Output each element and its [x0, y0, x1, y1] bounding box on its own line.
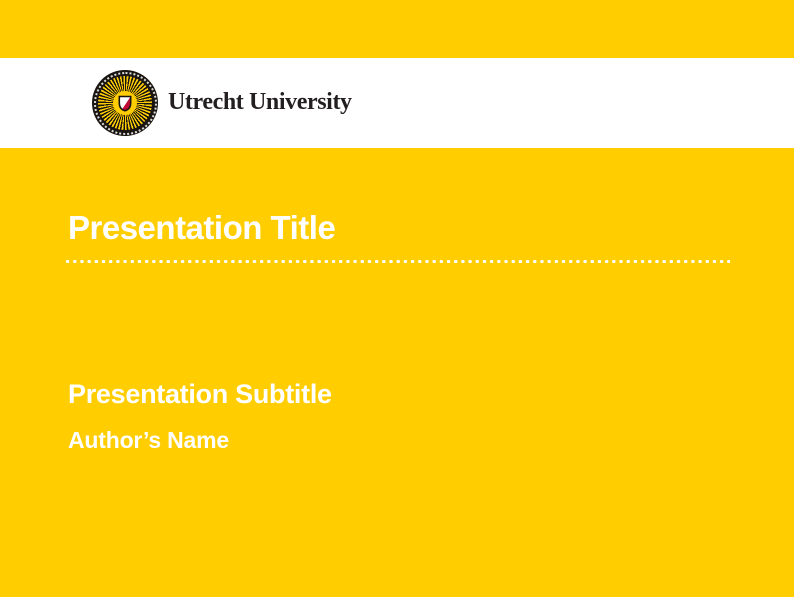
university-wordmark: Utrecht University	[168, 89, 352, 116]
seal-shield-icon	[113, 91, 137, 115]
dotted-divider	[64, 259, 730, 264]
main-content-area: Presentation Title Presentation Subtitle…	[0, 148, 794, 597]
presentation-subtitle: Presentation Subtitle	[68, 380, 332, 410]
title-slide: Utrecht University Presentation Title Pr…	[0, 0, 794, 597]
top-yellow-band	[0, 0, 794, 58]
presentation-title: Presentation Title	[68, 210, 335, 246]
header-band: Utrecht University	[0, 58, 794, 148]
author-name: Author’s Name	[68, 428, 229, 453]
utrecht-university-seal-icon	[92, 70, 158, 136]
